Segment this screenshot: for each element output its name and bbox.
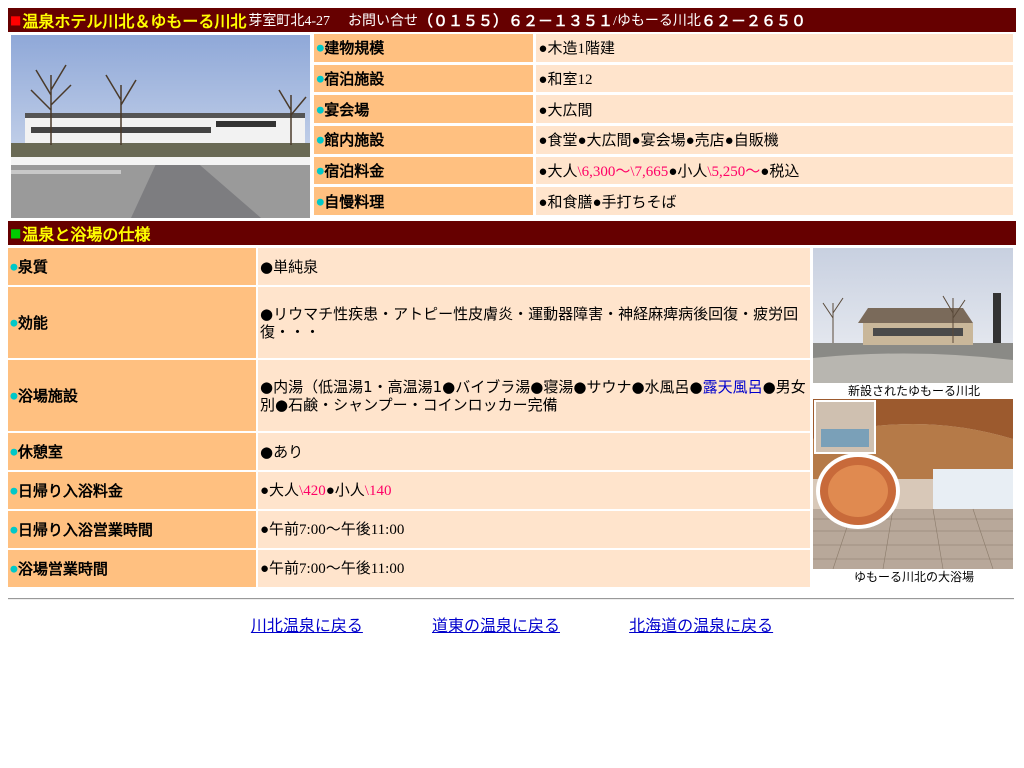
photo-caption-exterior: 新設されたゆもーる川北: [813, 383, 1015, 399]
spec-row: ●浴場営業時間 ●午前7:00～午後11:00: [8, 550, 810, 587]
facility-label: 館内施設: [324, 131, 385, 150]
facility-row: ●宿泊施設 ●和室12: [314, 64, 1013, 93]
day-bath-price: ●大人\420●小人\140: [258, 472, 810, 509]
spec-row: ●日帰り入浴料金 ●大人\420●小人\140: [8, 472, 810, 509]
hotel-title: 温泉ホテル川北＆ゆもーる川北: [22, 12, 247, 31]
hotel-exterior-photo: [11, 35, 311, 218]
link-doto-onsen[interactable]: 道東の温泉に戻る: [432, 616, 560, 635]
spec-value: ●午前7:00～午後11:00: [258, 550, 810, 587]
spec-row: ●休憩室 ●あり: [8, 433, 810, 470]
facility-row: ●宿泊料金 ●大人\6,300～\7,665●小人\5,250～●税込: [314, 156, 1013, 185]
open-air-bath: 露天風呂: [702, 377, 763, 396]
facility-row: ●建物規模 ●木造1階建: [314, 34, 1013, 62]
spec-row: ●日帰り入浴営業時間 ●午前7:00～午後11:00: [8, 511, 810, 548]
facility-table: ●建物規模 ●木造1階建 ●宿泊施設 ●和室12 ●宴会場 ●大広間 ●館内施設…: [311, 31, 1016, 218]
adult-price: \6,300～\7,665: [577, 163, 669, 180]
spec-value: ●あり: [258, 433, 810, 470]
hotel-address: 芽室町北4-27: [248, 14, 331, 29]
facility-value: ●食堂●大広間●宴会場●売店●自販機: [536, 125, 1013, 154]
facility-value: ●木造1階建: [536, 34, 1013, 62]
spec-row: ●泉質 ●単純泉: [8, 248, 810, 285]
spec-title: 温泉と浴場の仕様: [22, 225, 151, 244]
bullet-icon: ●: [10, 391, 18, 402]
spec-label: 日帰り入浴料金: [17, 482, 123, 500]
price-text: ●税込: [760, 163, 800, 180]
spec-header-bar: ■ 温泉と浴場の仕様: [8, 221, 1016, 245]
facility-label: 宴会場: [324, 100, 370, 119]
spec-label: 日帰り入浴営業時間: [17, 521, 153, 539]
price-text: ●大人: [538, 163, 578, 180]
yumoru-tel: ６２－２６５０: [700, 11, 806, 30]
red-square-icon: ■: [10, 13, 22, 27]
child-price: \140: [364, 482, 392, 499]
facility-row: ●自慢料理 ●和食膳●手打ちそば: [314, 187, 1013, 215]
lodging-price-value: ●大人\6,300～\7,665●小人\5,250～●税込: [536, 156, 1013, 185]
spec-table: ●泉質 ●単純泉 ●効能 ●リウマチ性疾患・アトピー性皮膚炎・運動器障害・神経麻…: [6, 246, 812, 589]
spec-value: ●内湯（低温湯1・高温湯1●バイブラ湯●寝湯●サウナ●水風呂●露天風呂●男女別●…: [258, 360, 810, 431]
price-text: ●小人: [325, 482, 365, 499]
facility-value: ●和室12: [536, 64, 1013, 93]
spec-label: 休憩室: [17, 443, 63, 461]
spec-label: 浴場営業時間: [17, 560, 108, 578]
spec-label: 効能: [17, 314, 48, 332]
link-kawakita-onsen[interactable]: 川北温泉に戻る: [251, 616, 363, 635]
large-bath-photo: [813, 399, 1013, 569]
bullet-icon: ●: [10, 564, 18, 575]
facility-label: 宿泊施設: [324, 69, 385, 88]
facility-value: ●大広間: [536, 95, 1013, 123]
spec-label: 泉質: [17, 258, 48, 276]
photo-column: 新設されたゆもーる川北 ゆもーる川北の大浴場: [813, 248, 1015, 589]
bullet-icon: ●: [10, 447, 18, 458]
hotel-tel: （０１５５）６２－１３５１: [418, 11, 614, 30]
bath-text: ●内湯（低温湯1・高温湯1●バイブラ湯●寝湯●サウナ●水風呂●: [260, 377, 703, 396]
inquiry-label: お問い合せ: [348, 13, 419, 29]
link-hokkaido-onsen[interactable]: 北海道の温泉に戻る: [629, 616, 773, 635]
spec-row: ●浴場施設 ●内湯（低温湯1・高温湯1●バイブラ湯●寝湯●サウナ●水風呂●露天風…: [8, 360, 810, 431]
facility-row: ●館内施設 ●食堂●大広間●宴会場●売店●自販機: [314, 125, 1013, 154]
spec-value: ●リウマチ性疾患・アトピー性皮膚炎・運動器障害・神経麻痺病後回復・疲労回復・・・: [258, 287, 810, 358]
facility-value: ●和食膳●手打ちそば: [536, 187, 1013, 215]
divider: [8, 598, 1014, 600]
facility-row: ●宴会場 ●大広間: [314, 95, 1013, 123]
photo-caption-bath: ゆもーる川北の大浴場: [813, 569, 1015, 585]
bullet-icon: ●: [10, 525, 18, 536]
hotel-header-bar: ■ 温泉ホテル川北＆ゆもーる川北 芽室町北4-27 お問い合せ （０１５５）６２…: [8, 8, 1016, 32]
price-text: ●小人: [668, 163, 708, 180]
footer-links: 川北温泉に戻る 道東の温泉に戻る 北海道の温泉に戻る: [0, 612, 1024, 636]
bullet-icon: ●: [10, 262, 18, 273]
spec-label: 浴場施設: [17, 387, 78, 405]
child-price: \5,250～: [707, 163, 761, 180]
spec-value: ●単純泉: [258, 248, 810, 285]
yumoru-exterior-photo: [813, 248, 1013, 383]
facility-label: 自慢料理: [324, 192, 385, 211]
adult-price: \420: [299, 482, 326, 499]
bullet-icon: ●: [10, 318, 18, 329]
spec-value: ●午前7:00～午後11:00: [258, 511, 810, 548]
price-text: ●大人: [260, 482, 300, 499]
facility-label: 宿泊料金: [324, 161, 385, 180]
green-square-icon: ■: [10, 226, 22, 240]
spec-row: ●効能 ●リウマチ性疾患・アトピー性皮膚炎・運動器障害・神経麻痺病後回復・疲労回…: [8, 287, 810, 358]
page: ■ 温泉ホテル川北＆ゆもーる川北 芽室町北4-27 お問い合せ （０１５５）６２…: [8, 8, 1016, 589]
bullet-icon: ●: [10, 486, 18, 497]
tel2-prefix: /ゆもーる川北: [613, 14, 701, 29]
facility-label: 建物規模: [324, 39, 385, 58]
